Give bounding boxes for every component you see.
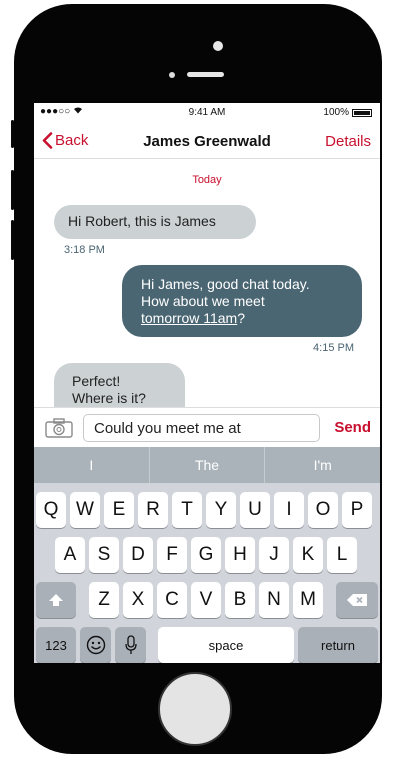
- key-w[interactable]: W: [70, 492, 100, 528]
- key-s[interactable]: S: [89, 537, 119, 573]
- status-bar: ●●●○○ 9:41 AM 100%: [34, 103, 380, 121]
- key-h[interactable]: H: [225, 537, 255, 573]
- date-separator: Today: [192, 174, 222, 186]
- earpiece-speaker: [187, 72, 224, 77]
- screen: ●●●○○ 9:41 AM 100% Back James Greenwald …: [34, 103, 380, 663]
- message-input[interactable]: Could you meet me at: [83, 414, 320, 442]
- key-g[interactable]: G: [191, 537, 221, 573]
- battery-icon: [352, 108, 372, 117]
- message-composer: Could you meet me at Send: [34, 407, 380, 447]
- key-l[interactable]: L: [327, 537, 357, 573]
- message-line: How about we meet: [141, 293, 265, 309]
- proximity-sensor: [169, 72, 175, 78]
- key-t[interactable]: T: [172, 492, 202, 528]
- volume-up-button[interactable]: [11, 170, 14, 210]
- delete-key[interactable]: [336, 582, 378, 618]
- message-line: Perfect!: [72, 373, 121, 389]
- key-j[interactable]: J: [259, 537, 289, 573]
- details-button[interactable]: Details: [325, 133, 371, 150]
- key-b[interactable]: B: [225, 582, 255, 618]
- key-e[interactable]: E: [104, 492, 134, 528]
- camera-icon: [45, 418, 73, 438]
- message-text: Hi Robert, this is James: [68, 213, 216, 229]
- key-c[interactable]: C: [157, 582, 187, 618]
- dictation-key[interactable]: [115, 627, 146, 663]
- key-a[interactable]: A: [55, 537, 85, 573]
- return-key[interactable]: return: [298, 627, 378, 663]
- shift-key[interactable]: [36, 582, 76, 618]
- key-q[interactable]: Q: [36, 492, 66, 528]
- message-timestamp: 4:15 PM: [313, 342, 354, 354]
- send-button[interactable]: Send: [334, 419, 371, 436]
- numbers-key[interactable]: 123: [36, 627, 76, 663]
- conversation-view[interactable]: Today Hi Robert, this is James 3:18 PM H…: [34, 159, 380, 407]
- space-bar[interactable]: space: [158, 627, 294, 663]
- key-i[interactable]: I: [274, 492, 304, 528]
- emoji-icon: [86, 635, 105, 655]
- key-u[interactable]: U: [240, 492, 270, 528]
- backspace-icon: [347, 594, 367, 606]
- keyboard: I The I'm Q W E R T Y U I O P A S D F G …: [34, 447, 380, 663]
- side-button[interactable]: [11, 120, 14, 148]
- back-button[interactable]: Back: [42, 132, 88, 149]
- message-bubble-incoming[interactable]: Perfect! Where is it?: [54, 363, 185, 407]
- emoji-key[interactable]: [80, 627, 111, 663]
- prediction-item[interactable]: The: [150, 447, 266, 483]
- message-bubble-incoming[interactable]: Hi Robert, this is James: [54, 205, 256, 239]
- key-y[interactable]: Y: [206, 492, 236, 528]
- battery-indicator: 100%: [323, 107, 372, 118]
- shift-arrow-icon: [49, 594, 63, 606]
- key-z[interactable]: Z: [89, 582, 119, 618]
- key-m[interactable]: M: [293, 582, 323, 618]
- message-line: tomorrow 11am?: [141, 310, 246, 326]
- key-v[interactable]: V: [191, 582, 221, 618]
- home-button[interactable]: [158, 672, 232, 746]
- key-x[interactable]: X: [123, 582, 153, 618]
- key-f[interactable]: F: [157, 537, 187, 573]
- front-camera: [213, 41, 223, 51]
- date-link[interactable]: tomorrow 11am: [141, 310, 237, 326]
- message-bubble-outgoing[interactable]: Hi James, good chat today. How about we …: [122, 265, 362, 337]
- message-line: Where is it?: [72, 390, 146, 406]
- key-k[interactable]: K: [293, 537, 323, 573]
- chevron-left-icon: [42, 132, 53, 149]
- key-o[interactable]: O: [308, 492, 338, 528]
- volume-down-button[interactable]: [11, 220, 14, 260]
- back-label: Back: [55, 132, 89, 149]
- key-n[interactable]: N: [259, 582, 289, 618]
- message-line: Hi James, good chat today.: [141, 276, 310, 292]
- camera-button[interactable]: [45, 418, 73, 438]
- predictive-bar: I The I'm: [34, 447, 380, 483]
- microphone-icon: [124, 635, 137, 654]
- prediction-item[interactable]: I: [34, 447, 150, 483]
- key-p[interactable]: P: [342, 492, 372, 528]
- navigation-bar: Back James Greenwald Details: [34, 123, 380, 159]
- key-r[interactable]: R: [138, 492, 168, 528]
- key-d[interactable]: D: [123, 537, 153, 573]
- message-timestamp: 3:18 PM: [64, 244, 105, 256]
- prediction-item[interactable]: I'm: [265, 447, 380, 483]
